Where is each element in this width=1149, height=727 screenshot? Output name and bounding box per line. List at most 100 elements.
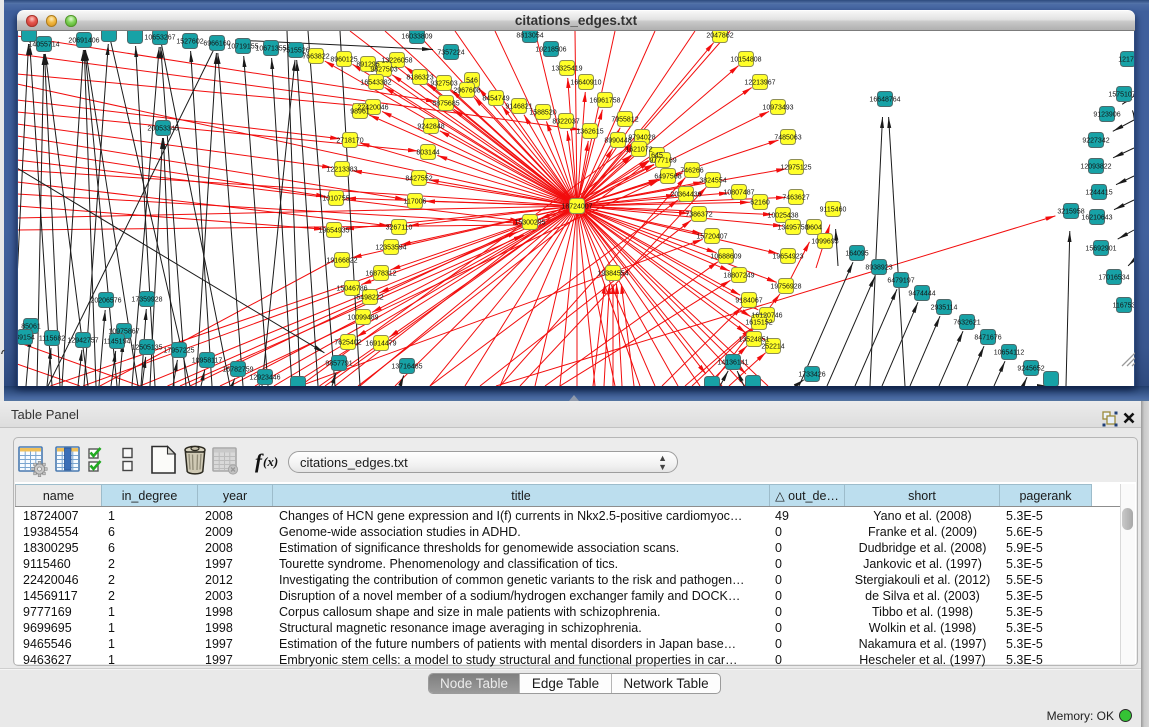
svg-text:19166822: 19166822 (326, 258, 357, 265)
svg-text:8322037: 8322037 (552, 119, 579, 126)
svg-text:1621072: 1621072 (625, 147, 652, 154)
svg-text:18724007: 18724007 (561, 204, 592, 211)
svg-text:13226058: 13226058 (381, 58, 412, 65)
svg-text:9827503: 9827503 (370, 67, 397, 74)
svg-text:16120746: 16120746 (751, 313, 782, 320)
svg-text:12093822: 12093822 (1080, 164, 1111, 171)
svg-text:117006: 117006 (404, 199, 427, 206)
svg-text:13325419: 13325419 (551, 66, 582, 73)
svg-text:164095: 164095 (845, 251, 868, 258)
svg-text:10719155: 10719155 (227, 44, 258, 51)
svg-text:1099695: 1099695 (811, 239, 838, 246)
svg-text:14136141: 14136141 (717, 360, 748, 367)
svg-text:15300295: 15300295 (514, 220, 545, 227)
svg-text:14055714: 14055714 (28, 42, 59, 49)
svg-text:10154808: 10154808 (730, 57, 761, 64)
svg-text:9327503: 9327503 (430, 81, 457, 88)
svg-text:2967608: 2967608 (453, 88, 480, 95)
svg-text:17016534: 17016534 (1098, 275, 1129, 282)
svg-text:803144: 803144 (416, 150, 439, 157)
svg-text:12942757: 12942757 (67, 338, 98, 345)
svg-text:9123906: 9123906 (1093, 112, 1120, 119)
svg-text:12975125: 12975125 (780, 165, 811, 172)
svg-text:10653267: 10653267 (144, 35, 175, 42)
svg-text:116753: 116753 (1113, 303, 1135, 310)
svg-text:20206576: 20206576 (90, 298, 121, 305)
svg-text:19756928: 19756928 (770, 284, 801, 291)
svg-text:9184067: 9184067 (735, 298, 762, 305)
svg-text:19654935: 19654935 (318, 228, 349, 235)
svg-text:10099489: 10099489 (347, 315, 378, 322)
svg-text:1527602: 1527602 (176, 39, 203, 46)
svg-text:16648764: 16648764 (869, 97, 900, 104)
svg-text:6497568: 6497568 (654, 174, 681, 181)
svg-text:85061: 85061 (21, 324, 41, 331)
svg-text:1615152: 1615152 (745, 320, 772, 327)
svg-text:7357224: 7357224 (437, 50, 464, 57)
svg-text:3824554: 3824554 (699, 178, 726, 185)
svg-text:15692901: 15692901 (1085, 246, 1116, 253)
svg-text:12172: 12172 (1118, 57, 1135, 64)
svg-text:17359928: 17359928 (131, 297, 162, 304)
svg-text:10958117: 10958117 (192, 358, 223, 365)
svg-text:3267110: 3267110 (386, 225, 413, 232)
svg-text:98961: 98961 (350, 109, 370, 116)
svg-text:16033809: 16033809 (401, 34, 432, 41)
svg-text:8938923: 8938923 (865, 265, 892, 272)
svg-text:8427552: 8427552 (405, 176, 432, 183)
svg-text:9777169: 9777169 (649, 158, 676, 165)
svg-text:7463627: 7463627 (782, 195, 809, 202)
svg-text:19218506: 19218506 (535, 47, 566, 54)
svg-text:16961758: 16961758 (589, 98, 620, 105)
svg-text:10807487: 10807487 (723, 190, 754, 197)
svg-text:16210643: 16210643 (1081, 215, 1112, 222)
svg-text:1733426: 1733426 (798, 372, 825, 379)
svg-text:746266: 746266 (680, 168, 703, 175)
svg-text:10654112: 10654112 (994, 350, 1025, 357)
svg-text:16543382: 16543382 (360, 80, 391, 87)
svg-text:7625402: 7625402 (334, 340, 361, 347)
svg-text:18807249: 18807249 (723, 273, 754, 280)
svg-text:9245652: 9245652 (1017, 366, 1044, 373)
svg-text:12923446: 12923446 (249, 375, 280, 382)
svg-text:13524851: 13524851 (738, 337, 769, 344)
svg-text:13716485: 13716485 (391, 364, 422, 371)
svg-text:20053346: 20053346 (147, 126, 178, 133)
svg-text:9227342: 9227342 (1082, 138, 1109, 145)
svg-text:9242848: 9242848 (417, 124, 444, 131)
svg-text:9474444: 9474444 (908, 291, 935, 298)
svg-text:1362615: 1362615 (576, 129, 603, 136)
svg-text:20691406: 20691406 (68, 38, 99, 45)
svg-text:9794028: 9794028 (628, 135, 655, 142)
svg-text:13495750: 13495750 (777, 225, 808, 232)
svg-text:10688609: 10688609 (710, 254, 741, 261)
svg-text:1145194: 1145194 (104, 339, 131, 346)
svg-text:(x): (x) (263, 454, 278, 469)
svg-text:62160: 62160 (750, 200, 770, 207)
svg-text:7632621: 7632621 (953, 320, 980, 327)
svg-text:1244415: 1244415 (1085, 190, 1112, 197)
svg-text:17957225: 17957225 (163, 348, 194, 355)
svg-text:16878312: 16878312 (365, 271, 396, 278)
svg-text:7386372: 7386372 (685, 212, 712, 219)
svg-text:12213967: 12213967 (744, 80, 775, 87)
svg-text:6479197: 6479197 (887, 278, 914, 285)
svg-text:7485063: 7485063 (774, 135, 801, 142)
svg-text:16914479: 16914479 (365, 341, 396, 348)
svg-text:19654923: 19654923 (772, 254, 803, 261)
svg-text:252214: 252214 (761, 344, 784, 351)
svg-text:16640910: 16640910 (570, 80, 601, 87)
svg-text:12213383: 12213383 (326, 167, 357, 174)
svg-text:2935114: 2935114 (931, 305, 958, 312)
svg-text:7663822: 7663822 (302, 54, 329, 61)
svg-text:2718170: 2718170 (336, 138, 363, 145)
svg-text:10975867: 10975867 (108, 329, 139, 336)
svg-text:15046786: 15046786 (336, 286, 367, 293)
svg-text:9857791: 9857791 (325, 361, 352, 368)
svg-text:10025438: 10025438 (767, 213, 798, 220)
svg-text:10973493: 10973493 (762, 105, 793, 112)
svg-text:8471676: 8471676 (974, 335, 1001, 342)
svg-text:12353594: 12353594 (375, 245, 406, 252)
svg-text:1115682: 1115682 (39, 336, 65, 343)
svg-text:7955812: 7955812 (611, 117, 638, 124)
